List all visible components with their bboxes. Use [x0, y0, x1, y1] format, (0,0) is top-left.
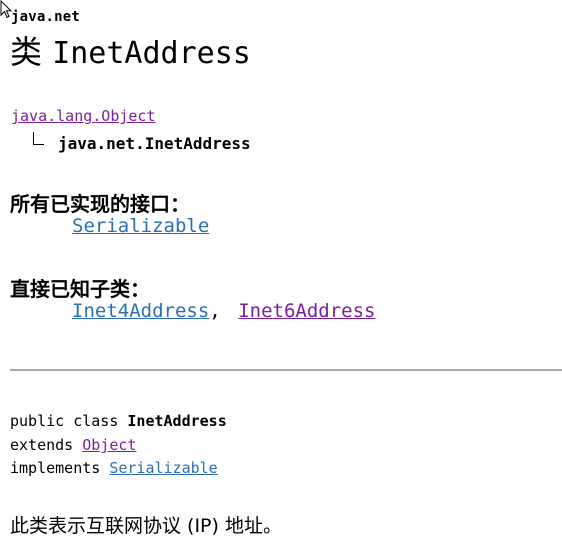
- interface-link-serializable[interactable]: Serializable: [72, 215, 209, 237]
- declaration-class-name: InetAddress: [127, 412, 227, 430]
- implemented-interfaces-heading: 所有已实现的接口：: [10, 192, 190, 216]
- page-title: 类 InetAddress: [10, 32, 251, 74]
- extends-object-link[interactable]: Object: [82, 436, 136, 454]
- implements-serializable-link[interactable]: Serializable: [109, 459, 217, 477]
- horizontal-divider: [10, 369, 562, 371]
- known-subclasses-heading: 直接已知子类：: [10, 277, 150, 301]
- interfaces-list: Serializable: [72, 215, 209, 237]
- subclasses-list: Inet4Address, Inet6Address: [72, 300, 375, 322]
- implements-keyword: implements: [10, 459, 101, 477]
- extends-keyword: extends: [10, 436, 74, 454]
- subclass-link-inet4address[interactable]: Inet4Address: [72, 300, 209, 322]
- subclass-link-inet6address[interactable]: Inet6Address: [238, 300, 375, 322]
- declaration-line-extends: extends Object: [10, 436, 136, 454]
- this-class-name: java.net.InetAddress: [58, 134, 251, 153]
- title-kind: 类: [10, 33, 43, 71]
- class-description: 此类表示互联网协议 (IP) 地址。: [10, 515, 282, 537]
- declaration-line-class: public class InetAddress: [10, 412, 227, 430]
- subclass-separator: ,: [209, 300, 221, 322]
- declaration-modifiers: public class: [10, 412, 119, 430]
- package-name: java.net: [11, 9, 81, 25]
- title-class-name: InetAddress: [52, 36, 251, 71]
- superclass-link[interactable]: java.lang.Object: [11, 107, 156, 125]
- inheritance-tree-connector: [33, 132, 44, 145]
- declaration-line-implements: implements Serializable: [10, 459, 218, 477]
